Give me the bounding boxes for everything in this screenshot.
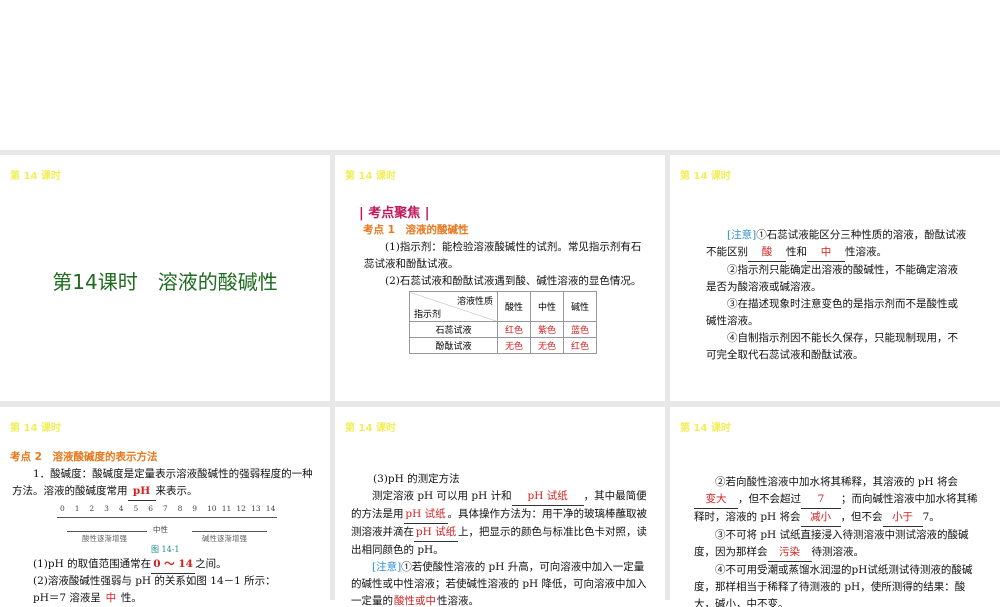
ph-scale-figure: 0 1 2 3 4 5 6 7 8 9 10 11 12 13 14 中性 酸性逐渐增强 碱性逐渐增强 [57,504,277,544]
slide-header: 第 14 课时 [10,171,61,182]
table-cell: 无色 [530,337,564,354]
answer-blank: 中 [807,244,845,262]
answer-blank: 7 [801,491,841,509]
corner-header-bottom: 指示剂 [414,309,442,320]
paragraph: (1)指示剂：能检验溶液酸碱性的试剂。常见指示剂有石蕊试液和酚酞试液。 [364,241,642,270]
note-label: [注意] [372,561,402,573]
content-block: ②若向酸性溶液中加水将其稀释，其溶液的 pH 将会变大 ，但不会超过 7 ；而向碱性溶… [694,474,982,607]
ph-tick-label: 5 [133,504,139,513]
slide-title: 第14课时 溶液的酸碱性 [52,270,278,294]
text: 7。 [922,511,940,523]
answer-blank: pH [127,483,156,501]
column-header: 中性 [530,291,564,322]
column-header: 碱性 [563,291,597,322]
slide-header: 第 14 课时 [680,423,731,434]
answer-blank: 污染 [767,544,812,562]
paragraph: (2)溶液酸碱性强弱与 pH 的关系如图 14－1 所示： [33,575,276,587]
ph-tick-label: 7 [162,504,168,513]
row-header: 酚酞试液 [409,337,498,354]
table-row: 酚酞试液 无色 无色 红色 [409,337,597,354]
answer-blank: pH 试纸 [403,506,448,524]
ph-tick-label: 14 [265,504,276,513]
content-block: (3)pH 的测定方法 测定溶液 pH 可以用 pH 计和 pH 试纸 ，其中最简便… [351,471,653,607]
slide-thumbnail-4[interactable]: 第 14 课时 考点 2 溶液酸碱度的表示方法 1．酸碱度：酸碱度是定量表示溶液… [0,407,330,607]
topic-heading: 考点 1 溶液的酸碱性 [363,224,469,236]
ph-tick-label: 0 [60,504,65,513]
ph-tick-label: 1 [74,504,80,513]
text: (1)pH 的取值范围通常在 [33,558,152,570]
ph-tick-label: 9 [192,504,198,513]
ph-tick-label: 4 [118,504,124,513]
paragraph: ②指示剂只能确定出溶液的酸碱性，不能确定溶液是否为酸溶液或碱溶液。 [706,264,958,293]
notes-block: [注意]①石蕊试液能区分三种性质的溶液，酚酞试液不能区别酸性和中性溶液。 ②指示… [706,227,968,364]
text: 之间。 [195,558,227,570]
acid-arrow [67,531,147,532]
table-cell: 红色 [497,321,531,338]
slide-header: 第 14 课时 [680,171,731,182]
text: ，但不会 [840,511,883,523]
table-cell: 紫色 [530,321,564,338]
indicator-table: 溶液性质 指示剂 酸性 中性 碱性 石蕊试液 红色 紫色 蓝色 酚酞试液 无色 … [409,291,597,354]
table-cell: 红色 [563,337,597,354]
table-cell: 蓝色 [563,321,597,338]
paragraph: pH＝7 溶液呈中性。 [33,590,323,607]
paragraph: ④不可用受潮或蒸馏水润湿的pH试纸测试待测液的酸碱度，那样相当于稀释了待测液的 … [694,564,973,607]
ph-tick-label: 11 [221,504,232,513]
base-arrow [192,531,267,532]
table-cell: 无色 [497,337,531,354]
ph-tick-label: 8 [177,504,183,513]
base-label: 碱性逐渐增强 [202,534,247,543]
ph-tick-label: 12 [236,504,246,513]
paragraph: (1)pH 的取值范围通常在 0 ～ 14 之间。 [33,556,323,574]
figure-caption: 图 14-1 [151,545,180,554]
answer-blank: 酸 [748,244,786,262]
text: ②若向酸性溶液中加水将其稀释，其溶液的 pH 将会 [715,476,959,488]
acid-label: 酸性逐渐增强 [82,534,127,543]
slide-header: 第 14 课时 [345,171,396,182]
slide-thumbnail-3[interactable]: 第 14 课时 [注意]①石蕊试液能区分三种性质的溶液，酚酞试液不能区别酸性和中… [670,155,1000,401]
text: 待测溶液。 [811,546,865,558]
answer-blank: pH 试纸 [511,488,584,506]
answer-blank: 变大 [694,491,738,509]
slide-header: 第 14 课时 [345,423,396,434]
table-row: 石蕊试液 红色 紫色 蓝色 [409,321,597,338]
paragraph: ④自制指示剂因不能长久保存，只能现制现用，不可完全取代石蕊试液和酚酞试液。 [706,332,958,361]
text: ，但不会超过 [738,493,801,505]
section-heading: | 考点聚焦 | [359,206,430,221]
row-header: 石蕊试液 [409,321,498,338]
text: 测定溶液 pH 可以用 pH 计和 [372,490,512,502]
answer-blank: 中 [101,590,121,607]
paragraph: 1．酸碱度：酸碱度是定量表示溶液酸碱性的强弱程度的一种方法。溶液的酸碱度常用 pH… [12,466,320,501]
neutral-label: 中性 [153,525,168,534]
text: 性溶液。 [845,246,887,258]
slide-thumbnail-5[interactable]: 第 14 课时 (3)pH 的测定方法 测定溶液 pH 可以用 pH 计和 pH … [335,407,665,607]
answer-blank: 小于 [882,509,923,527]
paragraph: (2)石蕊试液和酚酞试液遇到酸、碱性溶液的显色情况。 [385,275,642,287]
slide-thumbnail-2[interactable]: 第 14 课时 | 考点聚焦 | 考点 1 溶液的酸碱性 (1)指示剂：能检验溶… [335,155,665,401]
subheading: (3)pH 的测定方法 [373,473,460,485]
slide-thumbnail-6[interactable]: 第 14 课时 ②若向酸性溶液中加水将其稀释，其溶液的 pH 将会变大 ，但不会超… [670,407,1000,607]
note-label: [注意] [727,229,757,241]
paragraph: ③在描述现象时注意变色的是指示剂而不是酸性或碱性溶液。 [706,298,958,327]
corner-header-top: 溶液性质 [456,296,493,307]
ph-tick-label: 2 [89,504,95,513]
slide-header: 第 14 课时 [10,423,61,434]
ph-tick-label: 3 [104,504,109,513]
ph-tick-label: 10 [207,504,217,513]
answer-blank: pH 试纸 [414,524,458,542]
text: 来表示。 [155,485,198,497]
text: 性和 [786,246,807,258]
ph-tick-label: 13 [251,504,261,513]
answer-blank: 减小 [800,509,841,527]
text: 性溶液。 [437,595,479,607]
topic-heading: 考点 2 溶液酸碱度的表示方法 [10,451,158,463]
text: 性。 [120,592,142,604]
answer-blank: 0 ～ 14 [151,556,196,574]
text: pH＝7 溶液呈 [33,592,101,604]
ph-tick-label: 6 [148,504,153,513]
slide-thumbnail-1[interactable]: 第 14 课时 第14课时 溶液的酸碱性 [0,155,330,401]
column-header: 酸性 [497,291,531,322]
answer-blank: 酸性或中 [393,593,437,607]
